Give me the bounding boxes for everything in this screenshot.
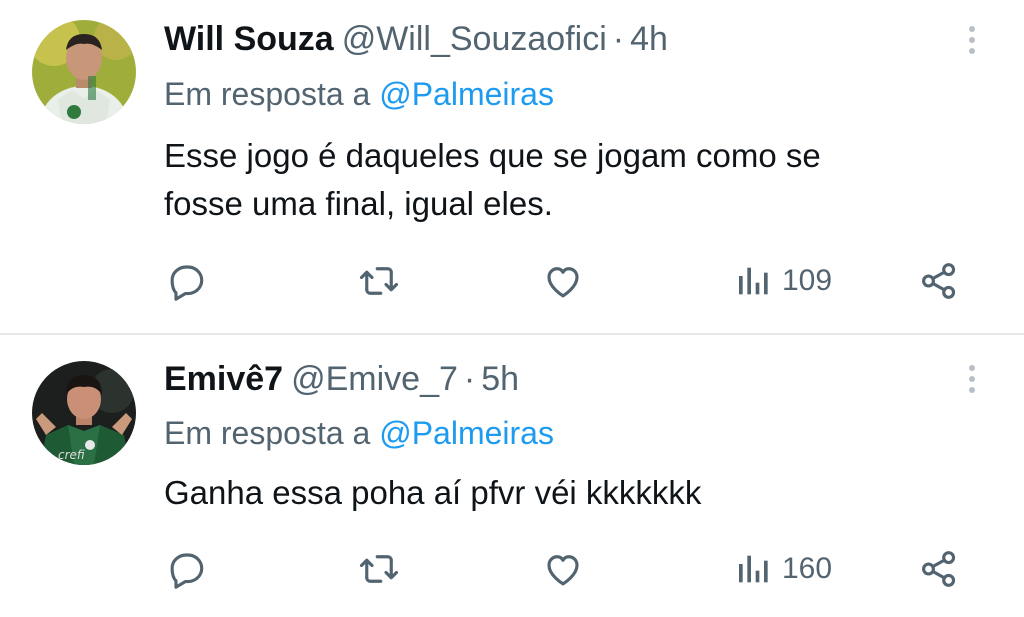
heart-icon bbox=[547, 555, 579, 586]
reply-context: Em resposta a @Palmeiras bbox=[164, 72, 554, 116]
tweet-text-line: Ganha essa poha aí pfvr véi kkkkkkk bbox=[164, 474, 702, 511]
reply-button[interactable] bbox=[166, 256, 208, 306]
tweet-actions: 160 bbox=[0, 544, 1024, 594]
display-name[interactable]: Emivê7 bbox=[164, 360, 283, 398]
reply-mention-link[interactable]: @Palmeiras bbox=[379, 415, 554, 451]
views-button[interactable]: 109 bbox=[734, 256, 832, 306]
share-icon bbox=[922, 551, 956, 587]
views-count: 160 bbox=[782, 552, 833, 585]
avatar[interactable] bbox=[32, 20, 136, 124]
reply-prefix: Em resposta a bbox=[164, 415, 371, 451]
retweet-icon bbox=[359, 267, 399, 295]
timestamp[interactable]: 4h bbox=[630, 20, 668, 58]
like-button[interactable] bbox=[542, 544, 584, 594]
tweet-actions: 109 bbox=[0, 256, 1024, 306]
tweet-text-line: fosse uma final, igual eles. bbox=[164, 185, 553, 222]
handle[interactable]: @Will_Souzaofici bbox=[342, 20, 607, 58]
user-avatar-image bbox=[32, 20, 136, 124]
tweet[interactable]: crefi Emivê7 @Emive_7 · 5h Em resposta a @P… bbox=[0, 335, 1024, 617]
tweet[interactable]: Will Souza @Will_Souzaofici · 4h Em respost… bbox=[0, 0, 1024, 333]
share-button[interactable] bbox=[918, 544, 960, 594]
retweet-icon bbox=[359, 555, 399, 583]
reply-context: Em resposta a @Palmeiras bbox=[164, 411, 554, 455]
heart-icon bbox=[547, 267, 579, 298]
timestamp[interactable]: 5h bbox=[481, 360, 519, 398]
more-vertical-icon[interactable] bbox=[960, 22, 984, 62]
views-button[interactable]: 160 bbox=[734, 544, 832, 594]
avatar[interactable]: crefi bbox=[32, 361, 136, 465]
views-count: 109 bbox=[782, 264, 833, 297]
retweet-button[interactable] bbox=[358, 544, 400, 594]
views-chart-icon bbox=[739, 555, 768, 583]
like-button[interactable] bbox=[542, 256, 584, 306]
more-vertical-icon[interactable] bbox=[960, 361, 984, 401]
reply-icon bbox=[170, 265, 204, 301]
share-button[interactable] bbox=[918, 256, 960, 306]
svg-text:crefi: crefi bbox=[58, 448, 85, 462]
separator-dot: · bbox=[463, 360, 476, 398]
reply-button[interactable] bbox=[166, 544, 208, 594]
reply-prefix: Em resposta a bbox=[164, 76, 371, 112]
separator-dot: · bbox=[612, 20, 625, 58]
retweet-button[interactable] bbox=[358, 256, 400, 306]
handle[interactable]: @Emive_7 bbox=[291, 360, 458, 398]
tweet-header: Will Souza @Will_Souzaofici · 4h bbox=[164, 14, 668, 64]
tweet-text: Ganha essa poha aí pfvr véi kkkkkkk bbox=[164, 469, 984, 517]
views-chart-icon bbox=[739, 267, 768, 295]
tweet-text-line: Esse jogo é daqueles que se jogam como s… bbox=[164, 137, 821, 174]
share-icon bbox=[922, 263, 956, 299]
user-avatar-image: crefi bbox=[32, 361, 136, 465]
reply-mention-link[interactable]: @Palmeiras bbox=[379, 76, 554, 112]
tweet-header: Emivê7 @Emive_7 · 5h bbox=[164, 354, 519, 404]
tweet-text: Esse jogo é daqueles que se jogam como s… bbox=[164, 132, 984, 228]
reply-icon bbox=[170, 553, 204, 589]
display-name[interactable]: Will Souza bbox=[164, 20, 334, 58]
